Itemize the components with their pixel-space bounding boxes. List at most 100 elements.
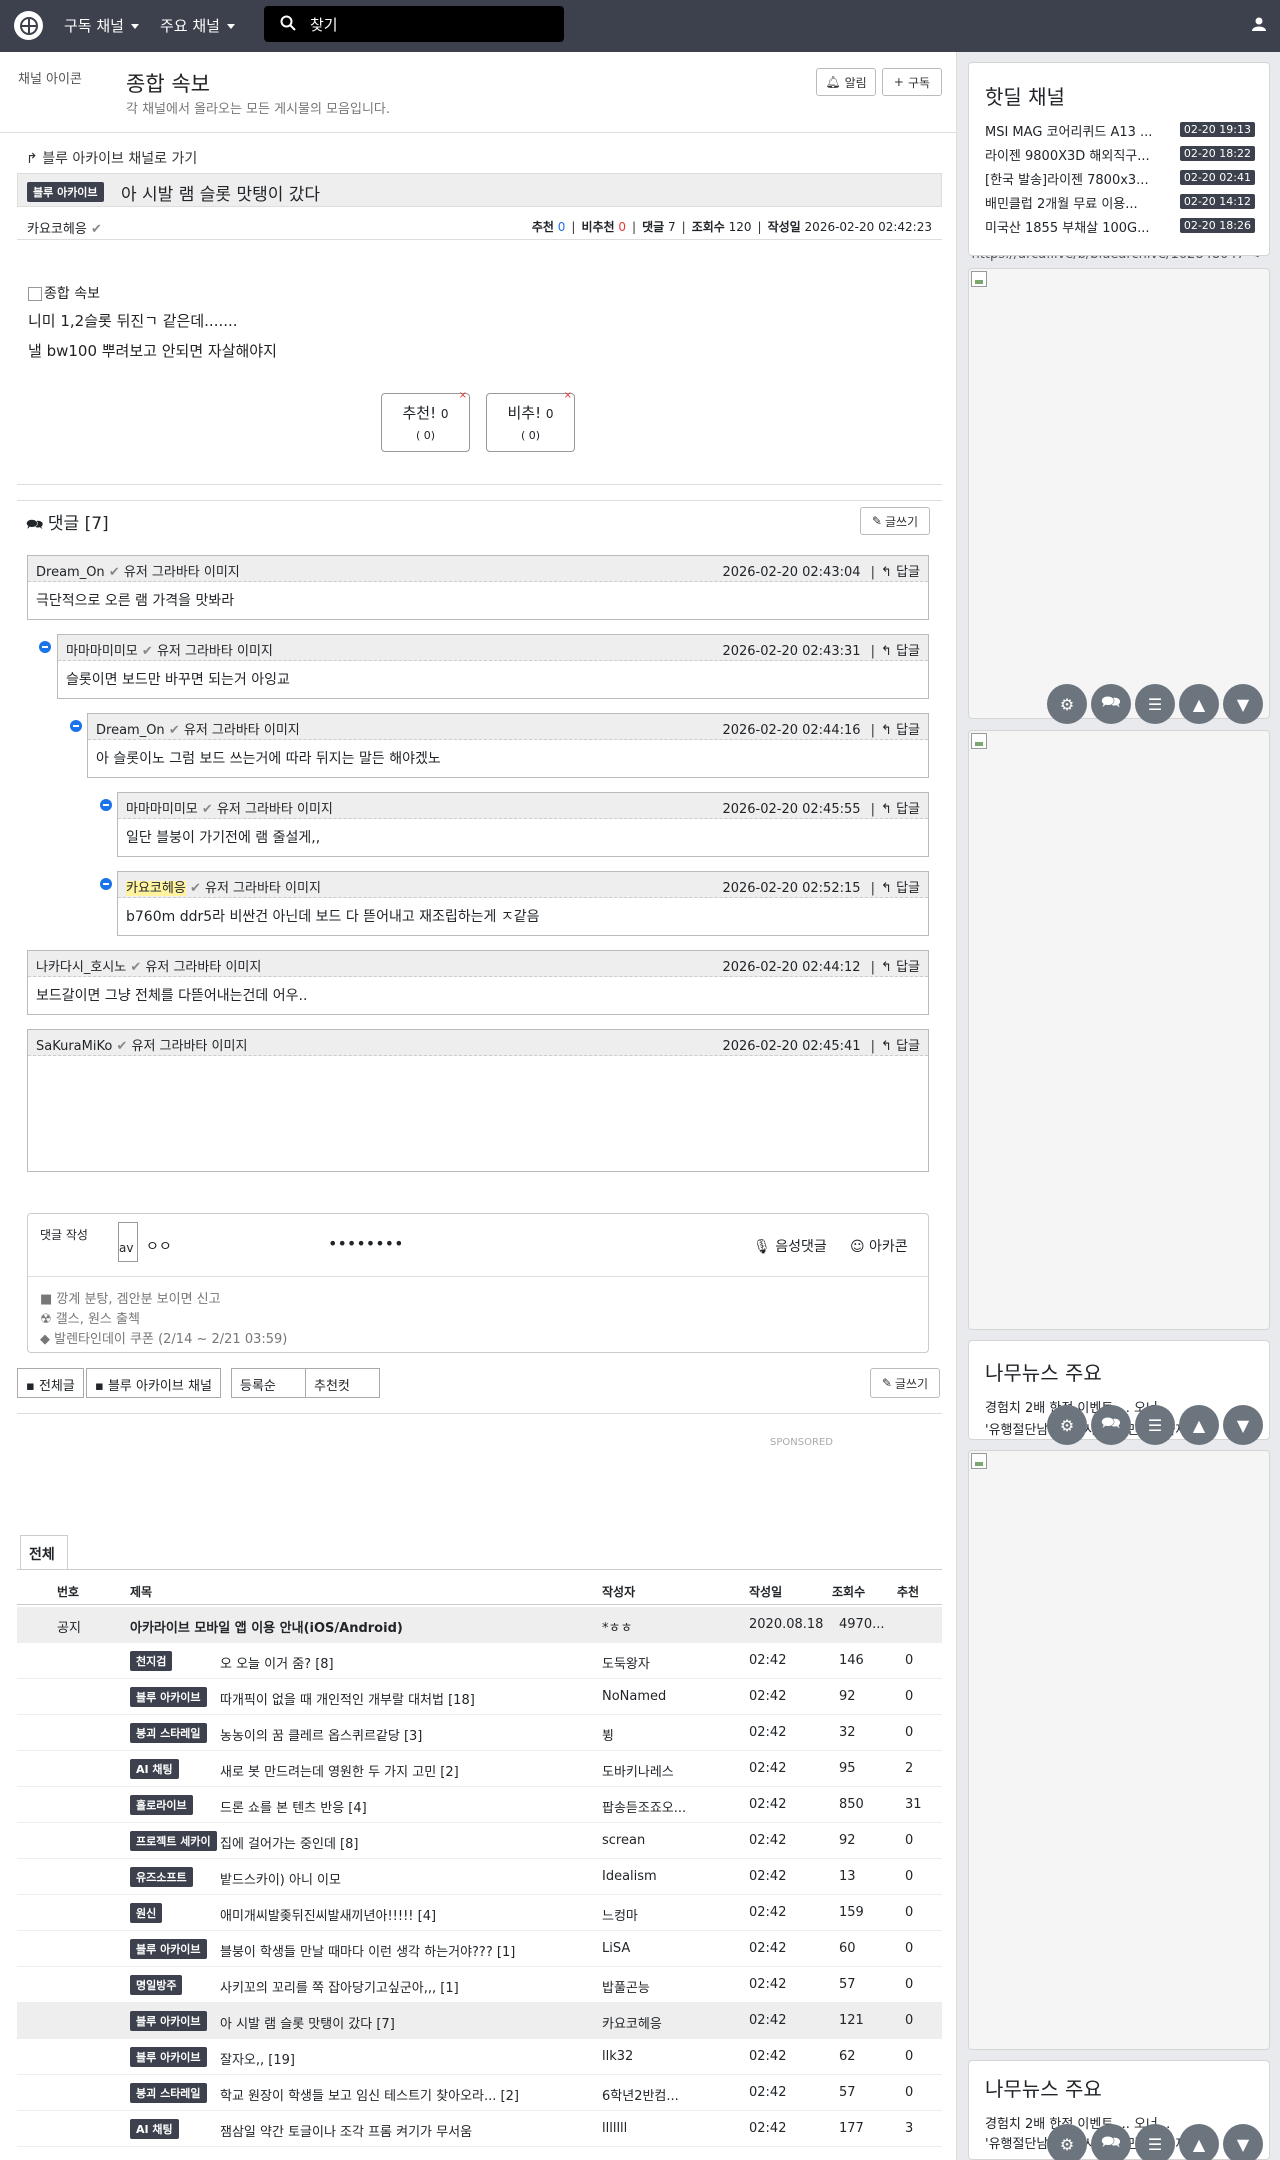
row-category[interactable]: 원신 bbox=[130, 1903, 163, 1923]
comment-author[interactable]: 카요코헤응 ✔ 유저 그라바타 이미지 bbox=[126, 877, 321, 896]
reply-button[interactable]: ↰ 답글 bbox=[881, 960, 920, 975]
row-category[interactable]: 붕괴 스타레일 bbox=[130, 1723, 207, 1743]
article-author[interactable]: 카요코헤응 ✔ bbox=[27, 218, 102, 237]
comment-author[interactable]: SaKuraMiKo ✔ 유저 그라바타 이미지 bbox=[36, 1035, 247, 1054]
table-row[interactable]: 붕괴 스타레일 농농이의 꿈 클레르 옵스퀴르같당 [3] 뷩 02:42 32 0 bbox=[17, 1715, 942, 1751]
row-author[interactable]: *ㅎㅎ bbox=[602, 1617, 722, 1636]
row-author[interactable]: 느컹마 bbox=[602, 1905, 722, 1924]
notice-row[interactable]: 공지 아카라이브 모바일 앱 이용 안내(iOS/Android) *ㅎㅎ 2020.… bbox=[17, 1607, 942, 1643]
password-field[interactable]: •••••••• bbox=[328, 1234, 404, 1253]
list-icon[interactable]: ☰ bbox=[1135, 684, 1175, 724]
row-title[interactable]: 잼삼일 약간 토글이나 조각 프롬 켜기가 무서움 bbox=[220, 2121, 472, 2140]
reply-button[interactable]: ↰ 답글 bbox=[881, 802, 920, 817]
comment-author[interactable]: 마마마미미모 ✔ 유저 그라바타 이미지 bbox=[126, 798, 333, 817]
hotdeal-item[interactable]: MSI MAG 코어리퀴드 A13 ... 02-20 19:13 bbox=[985, 121, 1255, 145]
row-category[interactable]: 블루 아카이브 bbox=[130, 1687, 207, 1707]
row-category[interactable]: 블루 아카이브 bbox=[130, 2011, 207, 2031]
row-title[interactable]: 밭드스카이) 아니 이모 bbox=[220, 1869, 341, 1888]
row-category[interactable]: 홀로라이브 bbox=[130, 1795, 193, 1815]
back-to-channel-link[interactable]: ↱ 블루 아카이브 채널로 가기 bbox=[26, 148, 197, 168]
arrow-up-icon[interactable]: ▲ bbox=[1179, 1405, 1219, 1445]
notice-item[interactable]: ◆ 발렌타인데이 쿠폰 (2/14 ~ 2/21 03:59) bbox=[40, 1330, 287, 1350]
ad-banner[interactable] bbox=[968, 268, 1270, 719]
row-author[interactable]: NoNamed bbox=[602, 1689, 722, 1704]
arrow-down-icon[interactable]: ▼ bbox=[1223, 684, 1263, 724]
comments-icon[interactable]: 🗪 bbox=[1091, 1405, 1131, 1445]
search-input[interactable]: 찾기 bbox=[264, 6, 564, 42]
table-row[interactable]: 블루 아카이브 블붕이 학생들 만날 때마다 이런 생각 하는거야??? [1] L… bbox=[17, 1931, 942, 1967]
ad-banner[interactable] bbox=[968, 1450, 1270, 2050]
row-category[interactable]: 블루 아카이브 bbox=[130, 1939, 207, 1959]
row-title[interactable]: 애미개씨발좆뒤진씨발새끼년아!!!!! [4] bbox=[220, 1905, 436, 1924]
reply-button[interactable]: ↰ 답글 bbox=[881, 565, 920, 580]
row-title[interactable]: 학교 원장이 학생들 보고 임신 테스트기 찾아오라... [2] bbox=[220, 2085, 519, 2104]
tab-all-posts[interactable]: ▪ 전체글 bbox=[17, 1368, 84, 1398]
voice-comment-button[interactable]: 🎙︎ 음성댓글 bbox=[753, 1236, 827, 1256]
row-category[interactable]: 붕괴 스타레일 bbox=[130, 2083, 207, 2103]
gear-icon[interactable]: ⚙ bbox=[1047, 684, 1087, 724]
row-author[interactable]: 뷩 bbox=[602, 1725, 722, 1744]
row-title[interactable]: 아카라이브 모바일 앱 이용 안내(iOS/Android) bbox=[130, 1617, 403, 1636]
row-category[interactable]: 블루 아카이브 bbox=[130, 2047, 207, 2067]
notice-item[interactable]: ☢ 갤스, 원스 출첵 bbox=[40, 1310, 287, 1330]
row-title[interactable]: 새로 봇 만드려는데 영원한 두 가지 고민 [2] bbox=[220, 1761, 459, 1780]
reply-button[interactable]: ↰ 답글 bbox=[881, 881, 920, 896]
row-title[interactable]: 오 오늘 이거 줌? [8] bbox=[220, 1653, 334, 1672]
comment-author[interactable]: 나카다시_호시노 ✔ 유저 그라바타 이미지 bbox=[36, 956, 261, 975]
row-title[interactable]: 드론 쇼를 본 텐츠 반응 [4] bbox=[220, 1797, 367, 1816]
table-row[interactable]: AI 채팅 새로 봇 만드려는데 영원한 두 가지 고민 [2] 도바키나레스 02:… bbox=[17, 1751, 942, 1787]
nickname-field[interactable]: ㅇㅇ bbox=[146, 1236, 172, 1256]
arrow-down-icon[interactable]: ▼ bbox=[1223, 2124, 1263, 2160]
downvote-button[interactable]: × 비추! 0 ( 0) bbox=[486, 390, 575, 452]
row-title[interactable]: 농농이의 꿈 클레르 옵스퀴르같당 [3] bbox=[220, 1725, 422, 1744]
row-author[interactable]: lllllll bbox=[602, 2121, 722, 2136]
table-row[interactable]: 블루 아카이브 따개픽이 없을 때 개인적인 개부랄 대처법 [18] NoName… bbox=[17, 1679, 942, 1715]
row-title[interactable]: 블붕이 학생들 만날 때마다 이런 생각 하는거야??? [1] bbox=[220, 1941, 515, 1960]
ad-banner[interactable] bbox=[968, 730, 1270, 1330]
table-row[interactable]: 홀로라이브 드론 쇼를 본 텐츠 반응 [4] 팝송듣조죠오... 02:42 850 3… bbox=[17, 1787, 942, 1823]
reply-button[interactable]: ↰ 답글 bbox=[881, 644, 920, 659]
table-row[interactable]: 블루 아카이브 아 시발 램 슬롯 맛탱이 갔다 [7] 카요코헤응 02:42 121… bbox=[17, 2003, 942, 2039]
row-title[interactable]: 사키꼬의 꼬리를 쪽 잡아당기고싶군아,,, [1] bbox=[220, 1977, 459, 1996]
row-author[interactable]: 밥풀곤능 bbox=[602, 1977, 722, 1996]
table-row[interactable]: 붕괴 스타레일 학교 원장이 학생들 보고 임신 테스트기 찾아오라... [2]… bbox=[17, 2075, 942, 2111]
row-category[interactable]: AI 채팅 bbox=[130, 2119, 179, 2139]
reply-button[interactable]: ↰ 답글 bbox=[881, 723, 920, 738]
reply-button[interactable]: ↰ 답글 bbox=[881, 1039, 920, 1054]
comment-write-button[interactable]: ✎ 글쓰기 bbox=[860, 507, 930, 535]
row-author[interactable]: Idealism bbox=[602, 1869, 722, 1884]
table-row[interactable]: 프로젝트 세카이 집에 걸어가는 중인데 [8] screan 02:42 92 0 bbox=[17, 1823, 942, 1859]
row-author[interactable]: 도둑왕자 bbox=[602, 1653, 722, 1672]
board-write-button[interactable]: ✎ 글쓰기 bbox=[870, 1368, 940, 1398]
subscribe-button[interactable]: + 구독 bbox=[882, 68, 942, 96]
comment-author[interactable]: Dream_On ✔ 유저 그라바타 이미지 bbox=[36, 561, 240, 580]
row-title[interactable]: 잘자오,, [19] bbox=[220, 2049, 295, 2068]
table-row[interactable]: 블루 아카이브 잘자오,, [19] llk32 02:42 62 0 bbox=[17, 2039, 942, 2075]
row-title[interactable]: 아 시발 램 슬롯 맛탱이 갔다 [7] bbox=[220, 2013, 395, 2032]
row-category[interactable]: AI 채팅 bbox=[130, 1759, 179, 1779]
row-author[interactable]: llk32 bbox=[602, 2049, 722, 2064]
row-author[interactable]: LiSA bbox=[602, 1941, 722, 1956]
table-row[interactable]: 원신 애미개씨발좆뒤진씨발새끼년아!!!!! [4] 느컹마 02:42 159 0 bbox=[17, 1895, 942, 1931]
emoticon-button[interactable]: ☺ 아카콘 bbox=[850, 1236, 908, 1256]
tab-board-all[interactable]: 전체 bbox=[20, 1535, 68, 1569]
row-category[interactable]: 유즈소프트 bbox=[130, 1867, 193, 1887]
comments-icon[interactable]: 🗪 bbox=[1091, 684, 1131, 724]
arrow-down-icon[interactable]: ▼ bbox=[1223, 1405, 1263, 1445]
user-icon[interactable] bbox=[1252, 16, 1266, 35]
upvote-button[interactable]: × 추천! 0 ( 0) bbox=[381, 390, 470, 452]
row-category[interactable]: 천지검 bbox=[130, 1651, 173, 1671]
hotdeal-item[interactable]: 라이젠 9800X3D 해외직구... 02-20 18:22 bbox=[985, 145, 1255, 169]
table-row[interactable]: 유즈소프트 밭드스카이) 아니 이모 Idealism 02:42 13 0 bbox=[17, 1859, 942, 1895]
arrow-up-icon[interactable]: ▲ bbox=[1179, 684, 1219, 724]
hotdeal-item[interactable]: 배민클럽 2개월 무료 이용... 02-20 14:12 bbox=[985, 193, 1255, 217]
main-channels-menu[interactable]: 주요 채널 bbox=[160, 15, 235, 36]
list-icon[interactable]: ☰ bbox=[1135, 1405, 1175, 1445]
row-author[interactable]: 6학년2반컴... bbox=[602, 2085, 722, 2104]
row-title[interactable]: 집에 걸어가는 중인데 [8] bbox=[220, 1833, 358, 1852]
hotdeal-item[interactable]: 미국산 1855 부채살 100G... 02-20 18:26 bbox=[985, 217, 1255, 241]
notice-item[interactable]: ■ 깡계 분탕, 겜안분 보이면 신고 bbox=[40, 1290, 287, 1310]
row-author[interactable]: 팝송듣조죠오... bbox=[602, 1797, 722, 1816]
comment-author[interactable]: 마마마미미모 ✔ 유저 그라바타 이미지 bbox=[66, 640, 273, 659]
tab-sort-registered[interactable]: 등록순 bbox=[231, 1368, 306, 1398]
